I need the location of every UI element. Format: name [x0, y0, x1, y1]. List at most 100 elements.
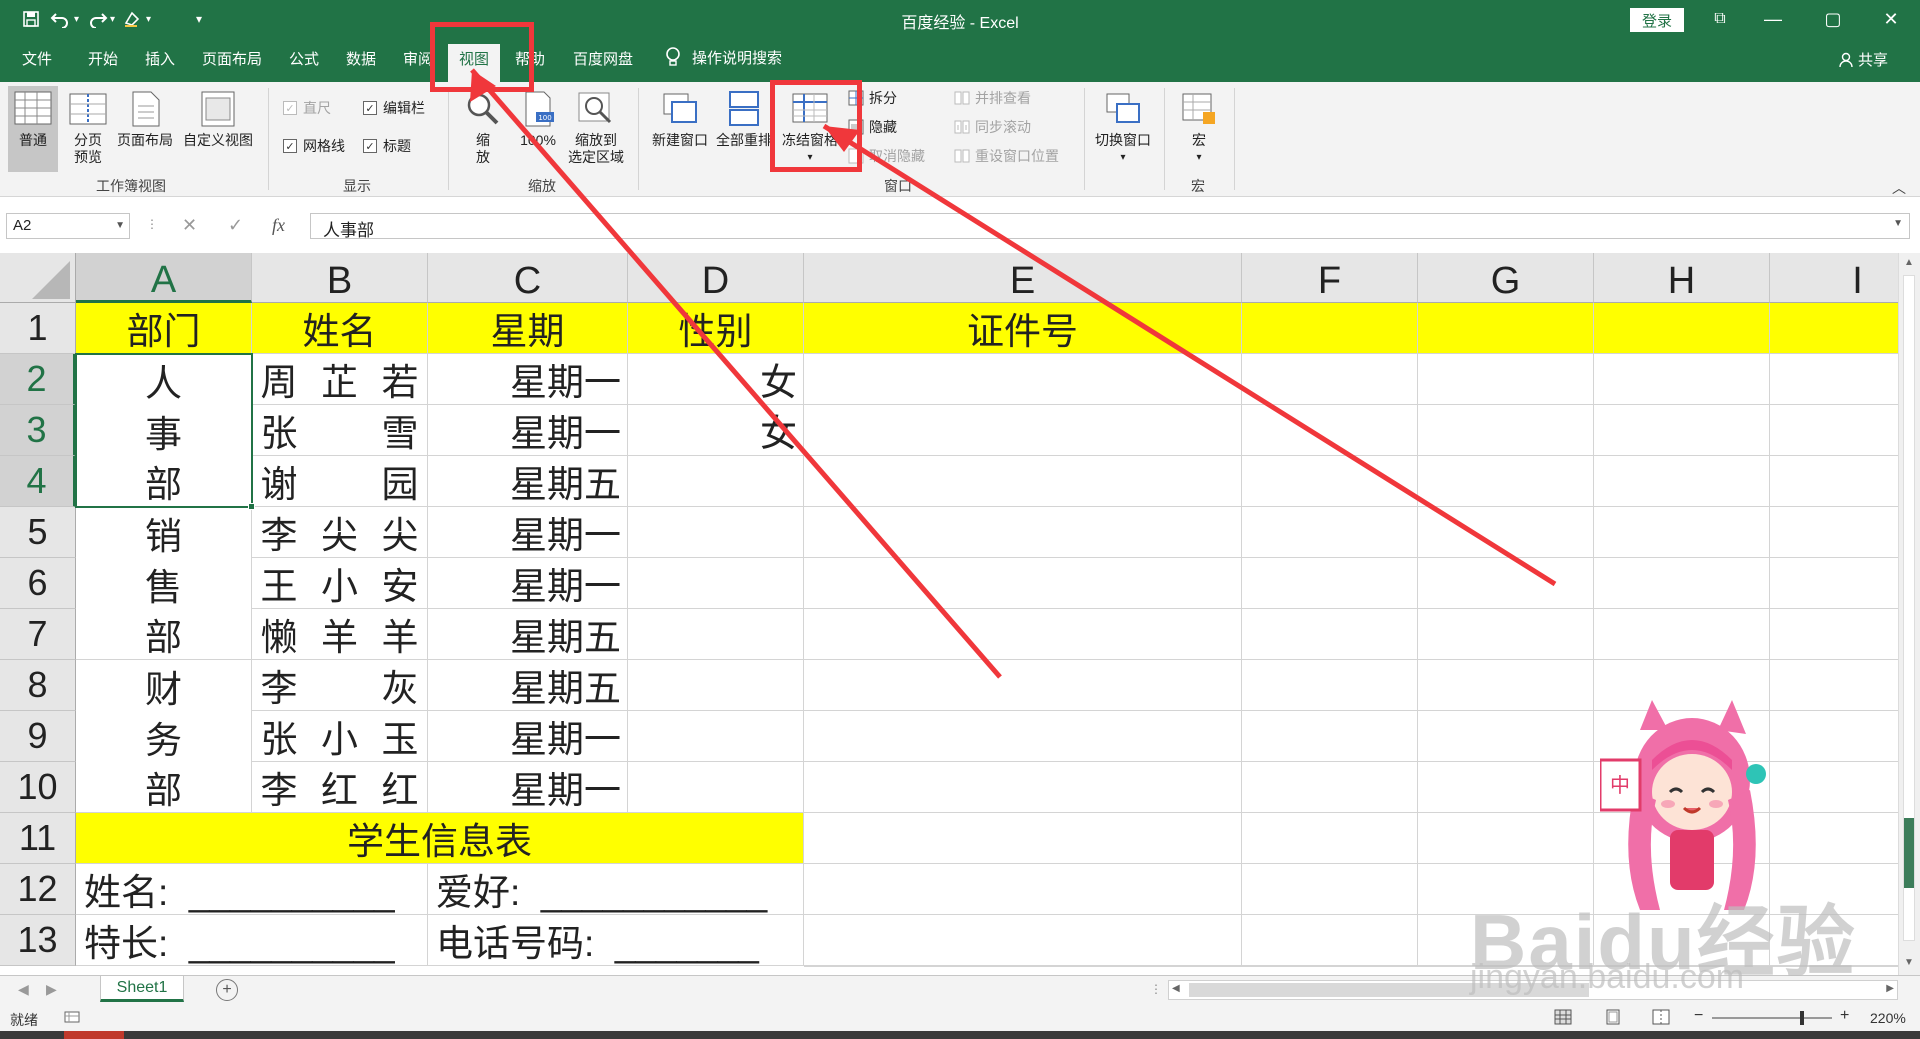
cell-d8[interactable]	[628, 660, 804, 711]
zoom-100-button[interactable]: 100 100%	[512, 90, 564, 149]
cell-g1[interactable]	[1418, 303, 1594, 354]
prev-sheet-icon[interactable]: ◀	[18, 981, 29, 998]
zoom-to-selection-button[interactable]: 缩放到 选定区域	[562, 90, 630, 166]
unhide-button[interactable]: 取消隐藏	[848, 146, 925, 166]
cell-f10[interactable]	[1242, 762, 1418, 813]
ribbon-display-options-icon[interactable]: ⧉	[1697, 4, 1743, 34]
column-header-g[interactable]: G	[1418, 253, 1594, 303]
tab-page-layout[interactable]: 页面布局	[202, 48, 262, 74]
row-header-12[interactable]: 12	[0, 864, 76, 915]
name-box[interactable]: A2 ▼	[6, 213, 130, 239]
cell-a4[interactable]: 部	[76, 456, 252, 507]
collapse-ribbon-icon[interactable]: ︿	[1892, 178, 1906, 198]
synchronous-scrolling-button[interactable]: 同步滚动	[954, 117, 1031, 137]
cell-g10[interactable]	[1418, 762, 1594, 813]
cell-a13-merged[interactable]: 特长: __________	[76, 915, 428, 966]
cell-h1[interactable]	[1594, 303, 1770, 354]
zoom-out-icon[interactable]: −	[1694, 1007, 1703, 1025]
cell-e12[interactable]	[804, 864, 1242, 915]
login-button[interactable]: 登录	[1630, 8, 1684, 32]
cell-h3[interactable]	[1594, 405, 1770, 456]
cell-h2[interactable]	[1594, 354, 1770, 405]
cell-c7[interactable]: 星期五	[428, 609, 628, 660]
cell-b10[interactable]: 李红红	[252, 762, 428, 813]
cell-b4[interactable]: 谢园	[252, 456, 428, 507]
tab-formulas[interactable]: 公式	[289, 48, 319, 74]
cell-c3[interactable]: 星期一	[428, 405, 628, 456]
column-header-h[interactable]: H	[1594, 253, 1770, 303]
cell-e10[interactable]	[804, 762, 1242, 813]
page-break-preview-button[interactable]: 分页 预览	[64, 90, 112, 166]
gridlines-checkbox[interactable]: ✓ 网格线	[283, 136, 345, 156]
cell-c8[interactable]: 星期五	[428, 660, 628, 711]
zoom-slider-thumb[interactable]	[1800, 1011, 1804, 1025]
tab-help[interactable]: 帮助	[515, 48, 545, 74]
cell-g6[interactable]	[1418, 558, 1594, 609]
column-header-c[interactable]: C	[428, 253, 628, 303]
cell-b7[interactable]: 懒羊羊	[252, 609, 428, 660]
new-window-button[interactable]: 新建窗口	[648, 90, 712, 149]
maximize-icon[interactable]: ▢	[1810, 4, 1856, 34]
cell-f3[interactable]	[1242, 405, 1418, 456]
cell-d4[interactable]	[628, 456, 804, 507]
cell-h4[interactable]	[1594, 456, 1770, 507]
cell-c9[interactable]: 星期一	[428, 711, 628, 762]
undo-icon[interactable]: ▾	[50, 6, 79, 32]
normal-view-button[interactable]: 普通	[8, 86, 58, 172]
cell-d10[interactable]	[628, 762, 804, 813]
tab-file[interactable]: 文件	[22, 48, 52, 74]
cell-a2[interactable]: 人	[76, 354, 252, 405]
cell-c10[interactable]: 星期一	[428, 762, 628, 813]
select-all-corner[interactable]	[0, 253, 76, 303]
row-header-4[interactable]: 4	[0, 456, 76, 507]
sheet-tab-sheet1[interactable]: Sheet1	[100, 976, 184, 1002]
zoom-slider[interactable]	[1712, 1011, 1832, 1025]
cell-f2[interactable]	[1242, 354, 1418, 405]
zoom-in-icon[interactable]: +	[1840, 1007, 1849, 1025]
cell-i6[interactable]	[1770, 558, 1898, 609]
share-button[interactable]: 共享	[1838, 49, 1888, 70]
cell-f14[interactable]	[1242, 966, 1418, 967]
cell-e14[interactable]	[804, 966, 1242, 967]
cell-d2[interactable]: 女	[628, 354, 804, 405]
ruler-checkbox[interactable]: ✓ 直尺	[283, 98, 331, 118]
row-header-3[interactable]: 3	[0, 405, 76, 456]
cell-e6[interactable]	[804, 558, 1242, 609]
cell-e9[interactable]	[804, 711, 1242, 762]
cell-d7[interactable]	[628, 609, 804, 660]
page-layout-view-button[interactable]: 页面布局	[114, 90, 176, 149]
tab-review[interactable]: 审阅	[403, 48, 433, 74]
cell-b1[interactable]: 姓名	[252, 303, 428, 354]
tab-home[interactable]: 开始	[88, 48, 118, 74]
cell-i7[interactable]	[1770, 609, 1898, 660]
headings-checkbox[interactable]: ✓ 标题	[363, 136, 411, 156]
column-header-d[interactable]: D	[628, 253, 804, 303]
fill-handle[interactable]	[248, 503, 255, 510]
cell-f8[interactable]	[1242, 660, 1418, 711]
cell-e2[interactable]	[804, 354, 1242, 405]
cell-i1[interactable]	[1770, 303, 1898, 354]
cell-c13-merged[interactable]: 电话号码: _______	[428, 915, 804, 966]
cell-f7[interactable]	[1242, 609, 1418, 660]
normal-view-status-icon[interactable]	[1554, 1009, 1572, 1028]
cell-f5[interactable]	[1242, 507, 1418, 558]
cell-g9[interactable]	[1418, 711, 1594, 762]
row-header-8[interactable]: 8	[0, 660, 76, 711]
cell-f9[interactable]	[1242, 711, 1418, 762]
tab-baidu-pan[interactable]: 百度网盘	[573, 48, 633, 74]
format-painter-icon[interactable]: ▾	[122, 6, 151, 32]
save-icon[interactable]	[22, 6, 40, 32]
cell-g2[interactable]	[1418, 354, 1594, 405]
row-header-7[interactable]: 7	[0, 609, 76, 660]
cell-d1[interactable]: 性别	[628, 303, 804, 354]
cell-h5[interactable]	[1594, 507, 1770, 558]
cell-h7[interactable]	[1594, 609, 1770, 660]
cell-f6[interactable]	[1242, 558, 1418, 609]
cell-a10[interactable]: 部	[76, 762, 252, 813]
vertical-scrollbar[interactable]: ▲ ▼	[1898, 253, 1920, 975]
reset-window-position-button[interactable]: 重设窗口位置	[954, 146, 1059, 166]
row-header-6[interactable]: 6	[0, 558, 76, 609]
cell-a5[interactable]: 销	[76, 507, 252, 558]
cell-c1[interactable]: 星期	[428, 303, 628, 354]
row-header-10[interactable]: 10	[0, 762, 76, 813]
